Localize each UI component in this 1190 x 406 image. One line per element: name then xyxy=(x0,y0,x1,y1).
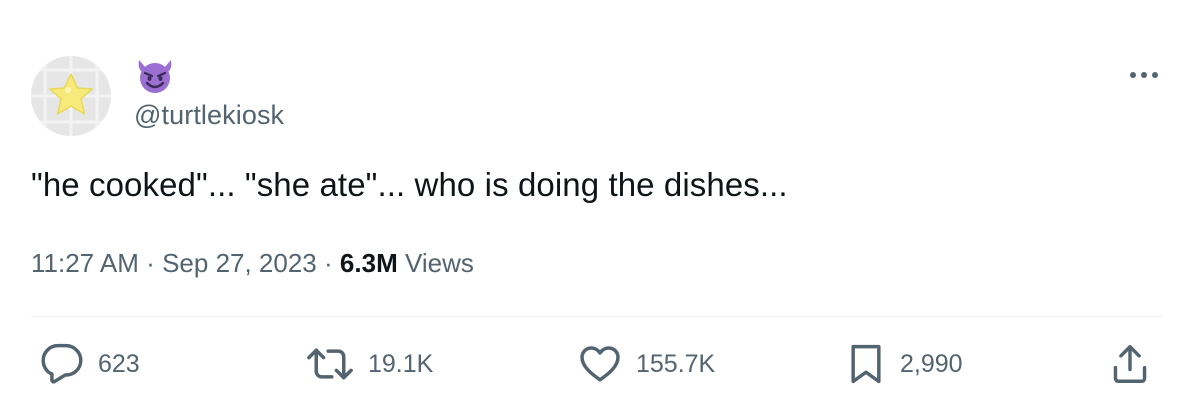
avatar[interactable] xyxy=(31,56,111,136)
like-count: 155.7K xyxy=(636,349,716,378)
star-icon xyxy=(31,56,111,136)
share-icon xyxy=(1113,345,1147,383)
like-button[interactable]: 155.7K xyxy=(578,342,715,386)
meta-separator: · xyxy=(146,248,155,278)
repost-button[interactable]: 19.1K xyxy=(306,342,433,386)
views-label: Views xyxy=(404,248,474,278)
share-button[interactable] xyxy=(1110,342,1150,386)
bookmark-icon xyxy=(851,344,881,384)
tweet-text: "he cooked"... "she ate"... who is doing… xyxy=(31,166,788,203)
user-handle[interactable]: @turtlekiosk xyxy=(134,100,284,131)
more-icon xyxy=(1130,72,1158,78)
more-button[interactable] xyxy=(1126,60,1162,90)
tweet-date[interactable]: Sep 27, 2023 xyxy=(162,248,317,278)
reply-icon xyxy=(41,343,83,384)
meta-separator: · xyxy=(324,248,333,278)
bookmark-count: 2,990 xyxy=(900,349,963,378)
repost-icon xyxy=(307,348,353,380)
tweet-meta: 11:27 AM · Sep 27, 2023 · 6.3M Views xyxy=(31,248,474,279)
reply-count: 623 xyxy=(98,349,140,378)
views-count: 6.3M xyxy=(339,248,398,278)
display-name[interactable] xyxy=(133,56,177,96)
like-icon xyxy=(580,346,620,382)
smiling-devil-icon xyxy=(138,60,172,93)
divider xyxy=(31,316,1163,317)
tweet-time[interactable]: 11:27 AM xyxy=(31,248,139,278)
reply-button[interactable]: 623 xyxy=(40,342,140,386)
repost-count: 19.1K xyxy=(368,349,434,378)
bookmark-button[interactable]: 2,990 xyxy=(846,342,963,386)
